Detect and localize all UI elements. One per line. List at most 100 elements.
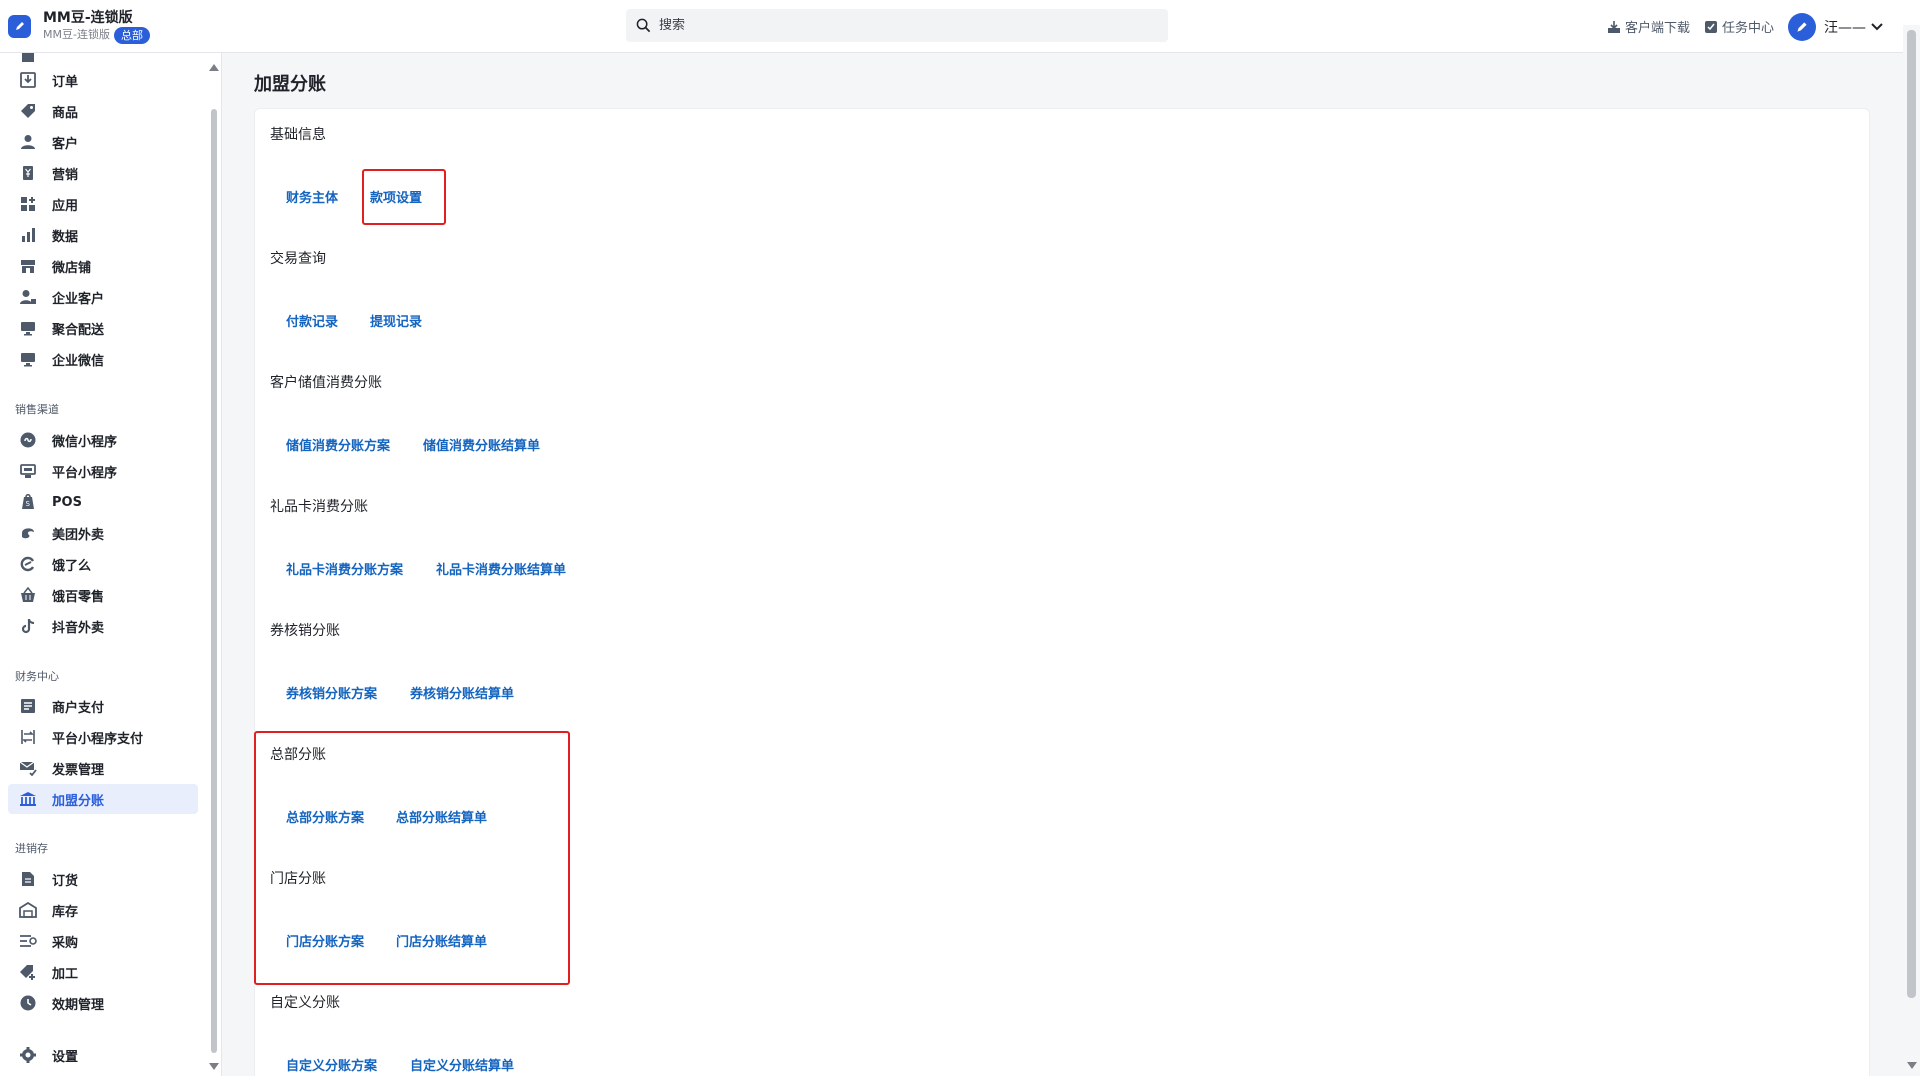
section-link[interactable]: 储值消费分账结算单 xyxy=(423,435,540,454)
client-download-link[interactable]: 客户端下载 xyxy=(1607,17,1690,36)
section-link[interactable]: 提现记录 xyxy=(370,311,422,330)
sidebar-item-order[interactable]: 订单 xyxy=(8,65,198,95)
sidebar-item-enterprise-customer[interactable]: 企业客户 xyxy=(8,282,198,312)
section-title: 基础信息 xyxy=(270,127,326,143)
sidebar-item-label: 商品 xyxy=(52,105,79,121)
process-icon xyxy=(18,962,38,982)
sidebar-item-document[interactable]: 订货 xyxy=(8,864,198,894)
section-title: 自定义分账 xyxy=(270,995,340,1011)
sidebar-item-marketing[interactable]: 营销 xyxy=(8,158,198,188)
sidebar-item-label: 饿百零售 xyxy=(52,589,105,605)
pos-icon: S xyxy=(18,492,38,512)
sidebar-item-person[interactable]: 客户 xyxy=(8,127,198,157)
scroll-up-arrow-icon[interactable] xyxy=(209,63,219,71)
sidebar-item-process[interactable]: 加工 xyxy=(8,957,198,987)
sidebar-item-douyin[interactable]: 抖音外卖 xyxy=(8,611,198,641)
sidebar-item-warehouse[interactable]: 库存 xyxy=(8,895,198,925)
basket-icon xyxy=(18,585,38,605)
section-link[interactable]: 财务主体 xyxy=(286,187,338,206)
sidebar-item-label: 加盟分账 xyxy=(52,793,105,809)
sidebar: 订单 商品 客户 营销 应用 数据 微店铺 企业客户 聚合配送 企业微信 销售渠道 微信小程序 平台… xyxy=(0,53,222,1076)
page-title: 加盟分账 xyxy=(254,74,326,95)
sidebar-item-monitor[interactable]: 企业微信 xyxy=(8,344,198,374)
sidebar-scroll-thumb[interactable] xyxy=(211,109,217,1053)
client-download-label: 客户端下载 xyxy=(1624,21,1690,36)
chevron-down-icon[interactable] xyxy=(1870,20,1884,34)
warehouse-icon xyxy=(18,900,38,920)
transfer-icon xyxy=(18,727,38,747)
sidebar-item-monitor[interactable]: 聚合配送 xyxy=(8,313,198,343)
sidebar-item-eleme[interactable]: 饿了么 xyxy=(8,549,198,579)
task-center-link[interactable]: 任务中心 xyxy=(1704,17,1774,36)
section-link[interactable]: 付款记录 xyxy=(286,311,338,330)
sidebar-item-store[interactable]: 微店铺 xyxy=(8,251,198,281)
hq-badge: 总部 xyxy=(113,26,150,44)
sidebar-scrollbar[interactable] xyxy=(205,53,221,1076)
sidebar-item-basket[interactable]: 饿百零售 xyxy=(8,580,198,610)
monitor-icon xyxy=(18,349,38,369)
highlight-box xyxy=(254,731,570,985)
section-link[interactable]: 券核销分账结算单 xyxy=(410,683,514,702)
section-title: 券核销分账 xyxy=(270,623,340,639)
sidebar-item-tag[interactable]: 商品 xyxy=(8,96,198,126)
invoice-icon xyxy=(18,758,38,778)
sidebar-item-label: 加工 xyxy=(52,966,79,982)
sidebar-item-mini-program[interactable]: 微信小程序 xyxy=(8,425,198,455)
sidebar-item-label: 美团外卖 xyxy=(52,527,105,543)
brand-logo-icon xyxy=(8,14,31,38)
sidebar-item-payment[interactable]: 商户支付 xyxy=(8,691,198,721)
monitor-icon xyxy=(18,318,38,338)
sidebar-item-label: 平台小程序支付 xyxy=(52,731,144,747)
sidebar-item-label: 微信小程序 xyxy=(52,434,118,450)
search-box[interactable] xyxy=(626,9,1168,42)
sidebar-item-label: 企业微信 xyxy=(52,353,105,369)
brand-sub-label: MM豆-连锁版 xyxy=(43,28,110,41)
task-center-label: 任务中心 xyxy=(1721,21,1774,36)
apps-icon xyxy=(18,194,38,214)
bank-icon xyxy=(18,789,38,809)
scroll-down-arrow-icon[interactable] xyxy=(209,1063,219,1071)
sidebar-item-platform[interactable]: 平台小程序 xyxy=(8,456,198,486)
section-link[interactable]: 礼品卡消费分账方案 xyxy=(286,559,403,578)
search-input[interactable] xyxy=(659,18,1139,33)
section-title: 客户储值消费分账 xyxy=(270,375,382,391)
sidebar-item-chart[interactable]: 数据 xyxy=(8,220,198,250)
sidebar-item-label: POS xyxy=(52,494,82,510)
page-scrollbar[interactable] xyxy=(1903,25,1920,1076)
sidebar-item-invoice[interactable]: 发票管理 xyxy=(8,753,198,783)
sidebar-item-purchase[interactable]: 采购 xyxy=(8,926,198,956)
brand[interactable]: MM豆-连锁版 MM豆-连锁版 总部 xyxy=(8,9,608,44)
page-scroll-thumb[interactable] xyxy=(1907,30,1916,998)
purchase-icon xyxy=(18,931,38,951)
sidebar-item-bank[interactable]: 加盟分账 xyxy=(8,784,198,814)
sidebar-item-pos[interactable]: S POS xyxy=(8,487,198,517)
sidebar-item-apps[interactable]: 应用 xyxy=(8,189,198,219)
mini-program-icon xyxy=(18,430,38,450)
sidebar-item-clock[interactable]: 效期管理 xyxy=(8,988,198,1018)
sidebar-section-finance: 财务中心 xyxy=(15,670,59,683)
sidebar-item-transfer[interactable]: 平台小程序支付 xyxy=(8,722,198,752)
sidebar-item-meituan[interactable]: 美团外卖 xyxy=(8,518,198,548)
scroll-down-arrow-icon[interactable] xyxy=(1907,1062,1917,1070)
section-link[interactable]: 自定义分账方案 xyxy=(286,1055,377,1074)
sidebar-item-label: 数据 xyxy=(52,229,79,245)
order-icon xyxy=(18,70,38,90)
sidebar-item-settings[interactable]: 设置 xyxy=(8,1040,198,1070)
sidebar-item-label: 效期管理 xyxy=(52,997,105,1013)
person-icon xyxy=(18,132,38,152)
document-icon xyxy=(18,869,38,889)
user-avatar[interactable] xyxy=(1788,12,1816,41)
sidebar-item-label: 平台小程序 xyxy=(52,465,118,481)
douyin-icon xyxy=(18,616,38,636)
sidebar-item-label: 聚合配送 xyxy=(52,322,105,338)
section-link[interactable]: 券核销分账方案 xyxy=(286,683,377,702)
sidebar-item-label: 订货 xyxy=(52,873,79,889)
user-name[interactable]: 汪—— xyxy=(1824,17,1866,37)
section-link[interactable]: 储值消费分账方案 xyxy=(286,435,390,454)
sidebar-item-label: 应用 xyxy=(52,198,79,214)
sidebar-item-label: 微店铺 xyxy=(52,260,92,276)
section-link[interactable]: 自定义分账结算单 xyxy=(410,1055,514,1074)
search-icon xyxy=(636,18,651,33)
section-link[interactable]: 礼品卡消费分账结算单 xyxy=(436,559,566,578)
gear-icon xyxy=(18,1045,38,1065)
